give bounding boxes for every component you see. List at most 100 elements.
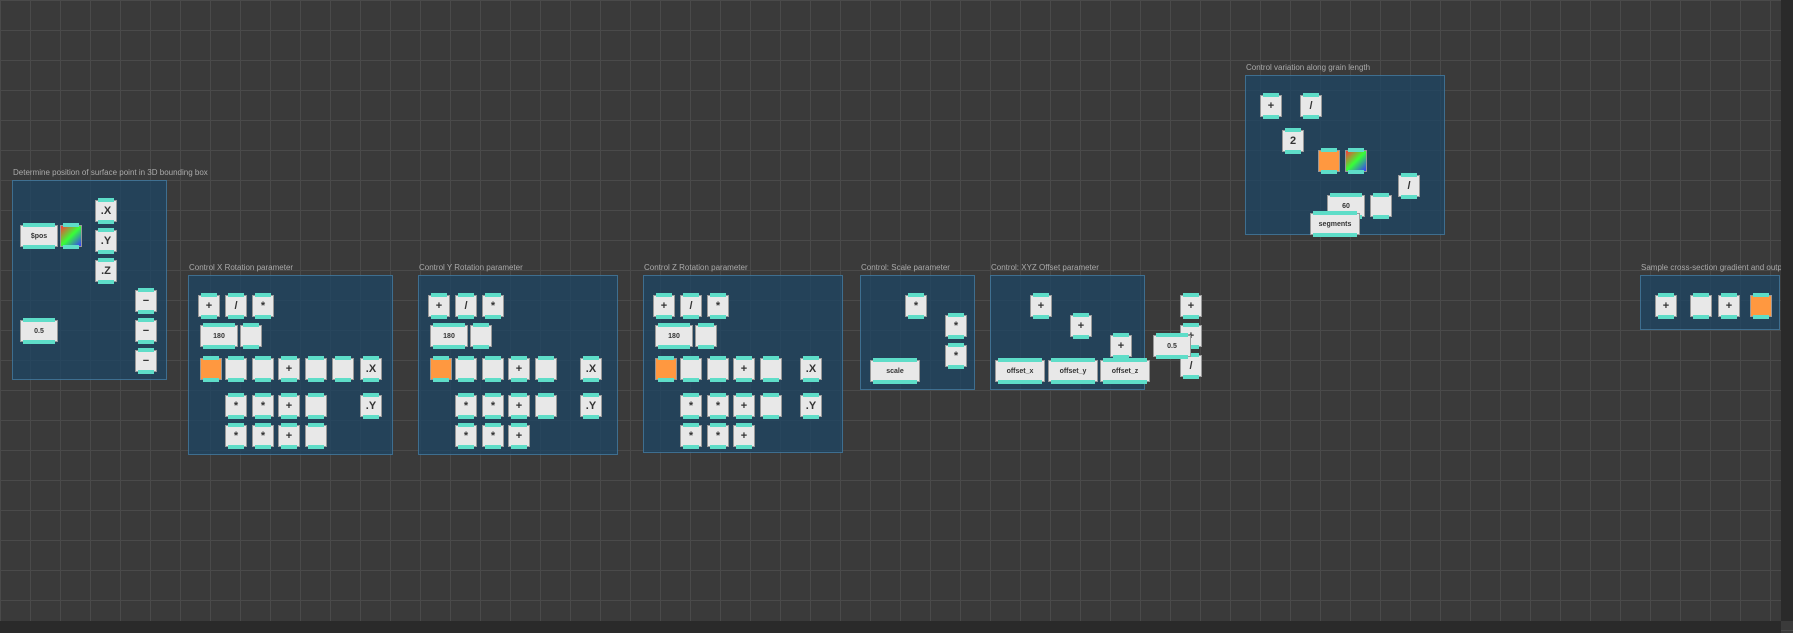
node-out_b[interactable] (1690, 295, 1712, 317)
node-sub2[interactable]: − (135, 320, 157, 342)
node-label: .X (101, 205, 111, 217)
node-mid_05[interactable]: 0.5 (1153, 335, 1191, 357)
node-xr_t[interactable] (305, 425, 327, 447)
node-zr_g[interactable] (707, 358, 729, 380)
node-zr_m[interactable]: * (707, 395, 729, 417)
node-xr_180[interactable]: 180 (200, 325, 238, 347)
node-val05[interactable]: 0.5 (20, 320, 58, 342)
node-xr_f[interactable] (225, 358, 247, 380)
node-yr_q[interactable]: * (455, 425, 477, 447)
node-yr_o[interactable] (535, 395, 557, 417)
node-possrc[interactable]: $pos (20, 225, 58, 247)
node-yr_h[interactable]: + (508, 358, 530, 380)
node-xr_i[interactable] (305, 358, 327, 380)
node-zr_d[interactable] (695, 325, 717, 347)
node-xr_c[interactable]: * (252, 295, 274, 317)
node-of_a[interactable]: + (1030, 295, 1052, 317)
node-xr_n[interactable]: + (278, 395, 300, 417)
node-dotY[interactable]: .Y (95, 230, 117, 252)
node-gl_seg[interactable]: segments (1310, 213, 1360, 235)
node-xr_r[interactable]: * (252, 425, 274, 447)
node-yr_s[interactable]: + (508, 425, 530, 447)
node-yr_e[interactable] (430, 358, 452, 380)
node-gl_2[interactable]: 2 (1282, 130, 1304, 152)
node-label: + (1268, 100, 1274, 112)
node-yr_a[interactable]: + (428, 295, 450, 317)
node-zr_i[interactable] (760, 358, 782, 380)
node-sc_b[interactable]: * (945, 315, 967, 337)
node-xr_o[interactable] (305, 395, 327, 417)
node-of_oy[interactable]: offset_y (1048, 360, 1098, 382)
node-zr_n[interactable]: + (733, 395, 755, 417)
node-yr_p[interactable]: .Y (580, 395, 602, 417)
node-zr_j[interactable]: .X (800, 358, 822, 380)
node-zr_f[interactable] (680, 358, 702, 380)
node-zr_l[interactable]: * (680, 395, 702, 417)
node-xr_a[interactable]: + (198, 295, 220, 317)
node-xr_s[interactable]: + (278, 425, 300, 447)
node-xr_e[interactable] (200, 358, 222, 380)
node-out_c[interactable]: + (1718, 295, 1740, 317)
node-zr_o[interactable] (760, 395, 782, 417)
node-zr_h[interactable]: + (733, 358, 755, 380)
node-yr_l[interactable]: * (455, 395, 477, 417)
node-sub1[interactable]: − (135, 290, 157, 312)
node-xr_d[interactable] (240, 325, 262, 347)
node-yr_j[interactable]: .X (580, 358, 602, 380)
node-gl_f[interactable]: / (1398, 175, 1420, 197)
node-zr_q[interactable]: * (680, 425, 702, 447)
node-xr_b[interactable]: / (225, 295, 247, 317)
node-yr_r[interactable]: * (482, 425, 504, 447)
node-yr_b[interactable]: / (455, 295, 477, 317)
node-gl_a[interactable]: + (1260, 95, 1282, 117)
node-out_d[interactable] (1750, 295, 1772, 317)
node-yr_c[interactable]: * (482, 295, 504, 317)
node-xr_q[interactable]: * (225, 425, 247, 447)
node-xr_l[interactable]: * (225, 395, 247, 417)
node-label: $pos (31, 233, 47, 240)
node-sc_scale[interactable]: scale (870, 360, 920, 382)
node-gl_b[interactable]: / (1300, 95, 1322, 117)
node-sub3[interactable]: − (135, 350, 157, 372)
node-zr_b[interactable]: / (680, 295, 702, 317)
node-sc_c[interactable]: * (945, 345, 967, 367)
node-yr_g[interactable] (482, 358, 504, 380)
node-sc_a[interactable]: * (905, 295, 927, 317)
node-yr_f[interactable] (455, 358, 477, 380)
node-zr_e[interactable] (655, 358, 677, 380)
node-label: 180 (668, 333, 680, 340)
node-of_c[interactable]: + (1110, 335, 1132, 357)
node-out_a[interactable]: + (1655, 295, 1677, 317)
scrollbar-vertical[interactable] (1781, 0, 1793, 621)
node-xr_p[interactable]: .Y (360, 395, 382, 417)
node-of_b[interactable]: + (1070, 315, 1092, 337)
node-yr_n[interactable]: + (508, 395, 530, 417)
node-of_oz[interactable]: offset_z (1100, 360, 1150, 382)
node-gl_d[interactable] (1345, 150, 1367, 172)
node-mid_a[interactable]: + (1180, 295, 1202, 317)
node-xr_g[interactable] (252, 358, 274, 380)
node-zr_s[interactable]: + (733, 425, 755, 447)
node-zr_a[interactable]: + (653, 295, 675, 317)
node-yr_180[interactable]: 180 (430, 325, 468, 347)
node-gl_c[interactable] (1318, 150, 1340, 172)
node-xr_m[interactable]: * (252, 395, 274, 417)
node-yr_i[interactable] (535, 358, 557, 380)
node-zr_p[interactable]: .Y (800, 395, 822, 417)
node-label: + (1038, 300, 1044, 312)
node-gl_e[interactable] (1370, 195, 1392, 217)
node-dotX[interactable]: .X (95, 200, 117, 222)
node-of_ox[interactable]: offset_x (995, 360, 1045, 382)
node-xr_j[interactable] (332, 358, 354, 380)
node-zr_c[interactable]: * (707, 295, 729, 317)
node-xr_h[interactable]: + (278, 358, 300, 380)
scrollbar-horizontal[interactable] (0, 621, 1781, 633)
node-xr_k[interactable]: .X (360, 358, 382, 380)
node-colmap[interactable] (60, 225, 82, 247)
node-zr_r[interactable]: * (707, 425, 729, 447)
node-yr_m[interactable]: * (482, 395, 504, 417)
node-dotZ[interactable]: .Z (95, 260, 117, 282)
node-label: + (1118, 340, 1124, 352)
node-yr_d[interactable] (470, 325, 492, 347)
node-zr_180[interactable]: 180 (655, 325, 693, 347)
